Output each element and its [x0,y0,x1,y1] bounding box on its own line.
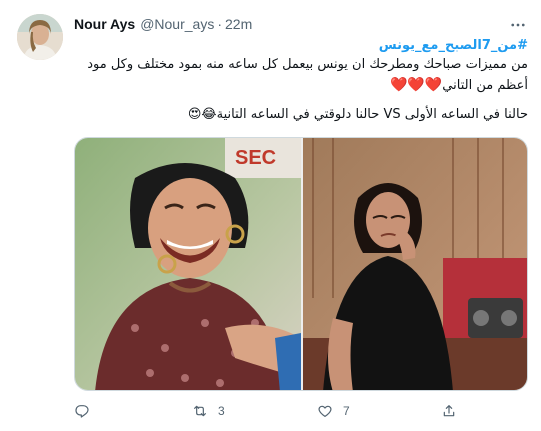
tweet-header: Nour Ays @Nour_ays · 22m [74,14,252,34]
tweet-media[interactable]: SEC [74,137,528,391]
retweet-icon [194,405,206,417]
like-button[interactable]: 7 [317,400,350,422]
like-icon [318,405,332,417]
reply-icon [75,405,89,418]
tweet-time[interactable]: 22m [225,16,252,32]
tweet-text-fragment: أعظم من التاني [442,78,528,93]
tweet-text-line: أعظم من التاني❤️❤️❤️ [74,76,528,95]
tweet-text-line: من مميزات صباحك ومطرحك ان يونس بيعمل كل … [87,57,528,72]
tweet-text-line: حالنا في الساعه الأولى VS حالنا دلوقتي ف… [74,106,528,124]
share-icon [443,405,455,417]
tweet-card[interactable]: Nour Ays @Nour_ays · 22m #من_7الصبح_مع_ي… [0,0,541,431]
woman-laughing-photo[interactable]: SEC [75,138,301,390]
watermark-text: SEC [235,147,276,169]
tweet-text-fragment: حالنا في الساعه الأولى VS حالنا دلوقتي ف… [216,107,528,122]
reply-button[interactable] [74,400,100,422]
share-button[interactable] [441,400,457,422]
avatar[interactable] [17,14,63,60]
more-icon[interactable] [508,15,528,35]
author-handle[interactable]: @Nour_ays [140,16,214,32]
retweet-button[interactable]: 3 [192,400,225,422]
like-count: 7 [343,404,350,418]
woman-crying-photo[interactable] [303,138,527,390]
tweet-actions: 3 7 [74,400,528,422]
author-name[interactable]: Nour Ays [74,16,135,32]
hearts-emoji: ❤️❤️❤️ [389,77,443,93]
retweet-count: 3 [218,404,225,418]
separator-dot: · [217,16,223,32]
hashtag-link[interactable]: #من_7الصبح_مع_يونس [74,37,528,55]
laughing-emoji: 😂😍 [187,107,217,122]
